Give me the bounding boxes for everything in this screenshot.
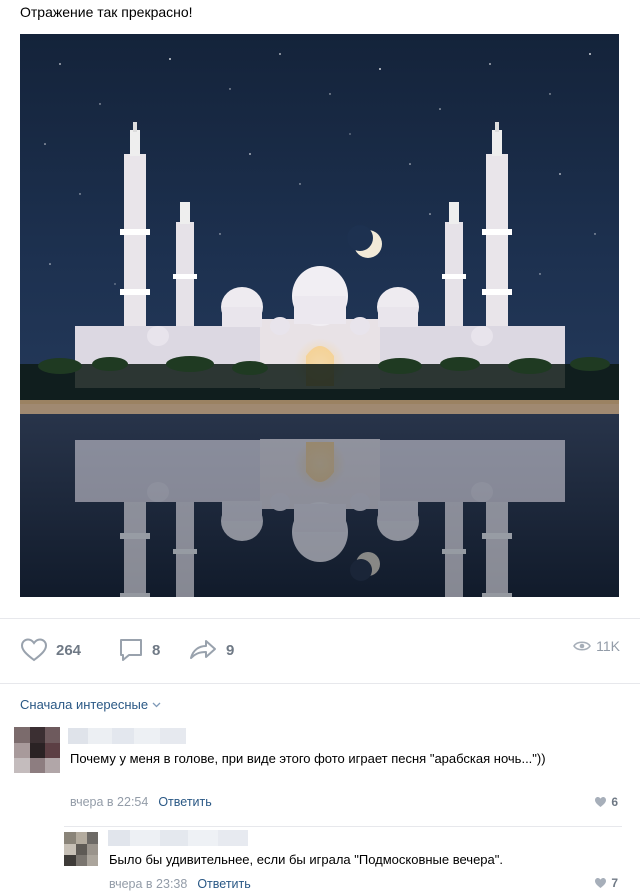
comment-like-button[interactable]: 6 — [594, 795, 618, 809]
post-photo[interactable] — [20, 34, 619, 597]
like-button[interactable]: 264 — [20, 638, 81, 662]
comment-like-count: 7 — [611, 876, 618, 890]
avatar[interactable] — [14, 727, 60, 773]
eye-icon — [573, 641, 592, 651]
comment-time[interactable]: вчера в 23:38 — [109, 877, 187, 891]
like-count: 264 — [56, 641, 82, 659]
avatar[interactable] — [64, 832, 98, 866]
comment-text: Было бы удивительнее, если бы играла "По… — [109, 852, 503, 867]
post-actions-bar: 264 8 9 11K — [0, 618, 640, 684]
mosque-night-photo — [20, 34, 619, 597]
comment-like-count: 6 — [611, 795, 618, 809]
views-count: 11K — [596, 638, 620, 654]
comments-sort-label: Сначала интересные — [20, 697, 149, 712]
chevron-down-icon — [152, 702, 161, 707]
comment-meta: вчера в 23:38 Ответить — [109, 877, 251, 891]
views-counter: 11K — [573, 638, 620, 654]
comment-item: Почему у меня в голове, при виде этого ф… — [14, 724, 622, 819]
comment-count: 8 — [152, 641, 161, 659]
reply-link[interactable]: Ответить — [197, 877, 250, 891]
comment-icon — [120, 639, 142, 661]
author-name-blurred[interactable] — [68, 728, 186, 744]
comment-like-button[interactable]: 7 — [594, 876, 618, 890]
share-arrow-icon — [190, 640, 216, 659]
comments-sort-dropdown[interactable]: Сначала интересные — [20, 697, 161, 712]
heart-icon — [595, 797, 607, 807]
heart-icon — [595, 878, 607, 888]
comment-item: Было бы удивительнее, если бы играла "По… — [64, 826, 622, 894]
comment-button[interactable]: 8 — [118, 638, 160, 662]
comment-text: Почему у меня в голове, при виде этого ф… — [70, 751, 546, 766]
share-button[interactable]: 9 — [188, 638, 234, 662]
comment-meta: вчера в 22:54 Ответить — [70, 795, 212, 809]
share-count: 9 — [226, 641, 235, 659]
author-name-blurred[interactable] — [108, 830, 248, 846]
comment-time[interactable]: вчера в 22:54 — [70, 795, 148, 809]
reply-link[interactable]: Ответить — [158, 795, 211, 809]
post-text: Отражение так прекрасно! — [20, 4, 193, 20]
heart-icon — [20, 638, 48, 662]
